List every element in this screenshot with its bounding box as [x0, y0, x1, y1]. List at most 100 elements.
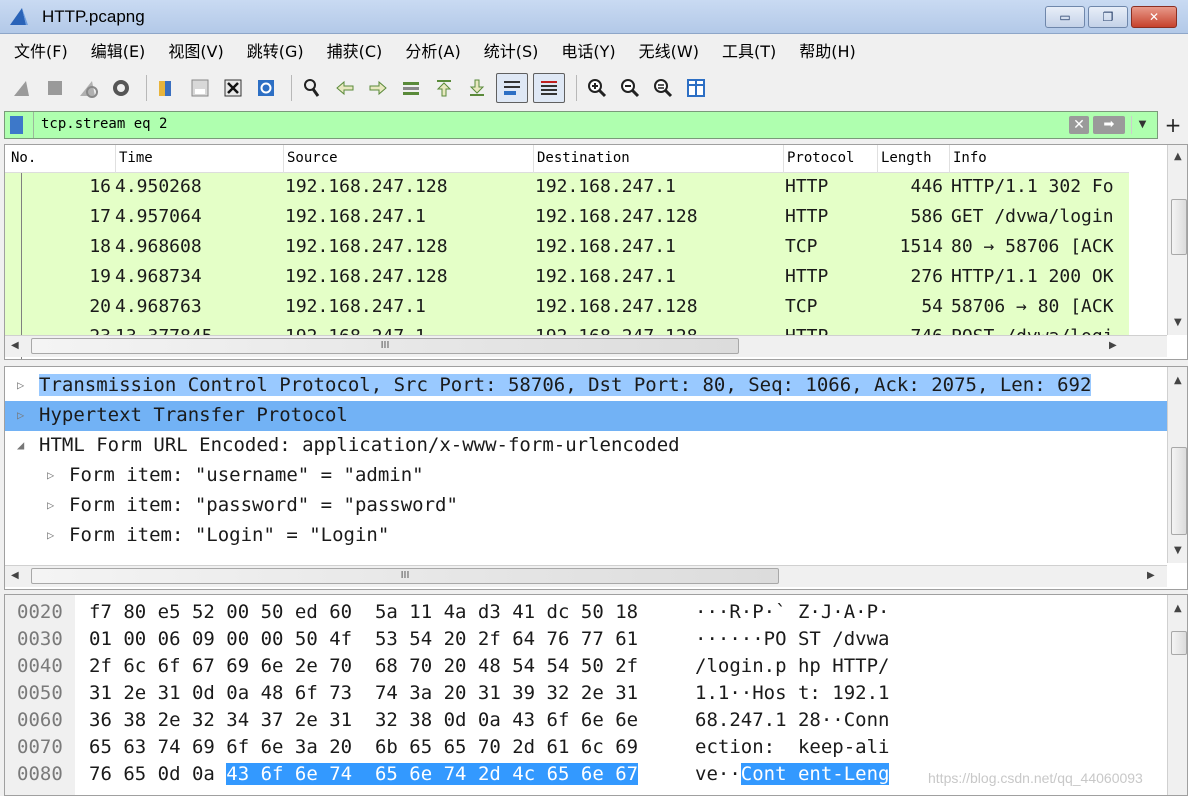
restart-icon[interactable] [74, 73, 102, 103]
restore-button[interactable]: ❐ [1088, 6, 1128, 28]
table-row[interactable]: 20 4.968763 192.168.247.1 192.168.247.128 TC… [5, 293, 1129, 323]
find-packet-icon[interactable] [298, 73, 326, 103]
tree-item[interactable]: ▷ Form item: "password" = "password" [5, 491, 1167, 521]
scroll-thumb[interactable]: III [31, 568, 779, 584]
tree-item[interactable]: ▷ Hypertext Transfer Protocol [5, 401, 1167, 431]
packet-list-vscrollbar[interactable]: ▲ ▼ [1167, 145, 1187, 335]
hex-bytes: f7 80 e5 52 00 50 ed 60 5a 11 4a d3 41 d… [89, 601, 639, 623]
packet-bytes-pane: 0020 f7 80 e5 52 00 50 ed 60 5a 11 4a d3 … [4, 594, 1188, 796]
scroll-up-icon[interactable]: ▲ [1174, 151, 1182, 162]
table-row[interactable]: 17 4.957064 192.168.247.1 192.168.247.128 HT… [5, 203, 1129, 233]
autoscroll-icon[interactable] [496, 73, 528, 103]
go-forward-icon[interactable] [364, 73, 392, 103]
chevron-down-icon[interactable]: ▼ [1131, 116, 1153, 134]
scroll-thumb[interactable] [1171, 631, 1187, 655]
ascii-plain: ve·· [695, 763, 741, 785]
column-header[interactable]: Destination [537, 150, 630, 166]
menu-item[interactable]: 捕获(C) [327, 38, 383, 62]
scroll-left-icon[interactable]: ◀ [11, 570, 19, 581]
shark-fin-start-icon[interactable] [8, 73, 36, 103]
scroll-thumb[interactable] [1171, 199, 1187, 255]
column-separator[interactable] [783, 145, 784, 173]
column-header[interactable]: Time [119, 150, 153, 166]
zoom-out-icon[interactable] [616, 73, 644, 103]
clear-filter-icon[interactable]: ✕ [1069, 116, 1089, 134]
stop-icon[interactable] [41, 73, 69, 103]
bookmark-icon[interactable] [10, 116, 23, 134]
first-packet-icon[interactable] [430, 73, 458, 103]
menu-item[interactable]: 帮助(H) [799, 38, 856, 62]
scroll-thumb[interactable] [1171, 447, 1187, 535]
tree-item-label: Form item: "Login" = "Login" [69, 524, 390, 546]
packet-info: GET /dvwa/login [951, 206, 1114, 227]
zoom-in-icon[interactable] [583, 73, 611, 103]
open-folder-icon[interactable] [153, 73, 181, 103]
menu-item[interactable]: 文件(F) [14, 38, 68, 62]
close-file-icon[interactable] [219, 73, 247, 103]
packet-list-hscrollbar[interactable]: ◀ III ▶ [5, 335, 1167, 357]
column-separator[interactable] [115, 145, 116, 173]
tree-item-label: Hypertext Transfer Protocol [39, 404, 348, 426]
column-header[interactable]: Length [881, 150, 932, 166]
scroll-right-icon[interactable]: ▶ [1109, 340, 1117, 351]
tree-item[interactable]: ▷ Form item: "username" = "admin" [5, 461, 1167, 491]
scroll-down-icon[interactable]: ▼ [1174, 317, 1182, 328]
menu-item[interactable]: 无线(W) [639, 38, 699, 62]
details-vscrollbar[interactable]: ▲ ▼ [1167, 367, 1187, 563]
column-header[interactable]: Info [953, 150, 987, 166]
display-filter-input[interactable]: tcp.stream eq 2 [41, 116, 167, 132]
colorize-icon[interactable] [533, 73, 565, 103]
column-separator[interactable] [533, 145, 534, 173]
scroll-up-icon[interactable]: ▲ [1174, 603, 1182, 614]
column-separator[interactable] [283, 145, 284, 173]
table-row[interactable]: 19 4.968734 192.168.247.128 192.168.247.1 HT… [5, 263, 1129, 293]
close-button[interactable]: ✕ [1131, 6, 1177, 28]
scroll-up-icon[interactable]: ▲ [1174, 375, 1182, 386]
collapsed-arrow-icon[interactable]: ▷ [47, 528, 54, 542]
scroll-thumb[interactable]: III [31, 338, 739, 354]
expanded-arrow-icon[interactable]: ◢ [17, 438, 24, 452]
column-header[interactable]: No. [11, 150, 36, 166]
add-filter-button[interactable]: + [1162, 111, 1184, 139]
reload-icon[interactable] [252, 73, 280, 103]
menu-item[interactable]: 分析(A) [405, 38, 460, 62]
hex-bytes: 2f 6c 6f 67 69 6e 2e 70 68 70 20 48 54 5… [89, 655, 639, 677]
table-row[interactable]: 18 4.968608 192.168.247.128 192.168.247.1 TC… [5, 233, 1129, 263]
apply-filter-icon[interactable]: ➡ [1093, 116, 1125, 134]
minimize-button[interactable]: ▭ [1045, 6, 1085, 28]
menu-item[interactable]: 跳转(G) [247, 38, 304, 62]
resize-columns-icon[interactable] [682, 73, 710, 103]
go-back-icon[interactable] [331, 73, 359, 103]
scroll-right-icon[interactable]: ▶ [1147, 570, 1155, 581]
column-header[interactable]: Protocol [787, 150, 854, 166]
scroll-down-icon[interactable]: ▼ [1174, 545, 1182, 556]
go-to-packet-icon[interactable] [397, 73, 425, 103]
column-header[interactable]: Source [287, 150, 338, 166]
toolbar-separator [291, 75, 292, 101]
menu-item[interactable]: 视图(V) [168, 38, 223, 62]
save-file-icon[interactable] [186, 73, 214, 103]
details-hscrollbar[interactable]: ◀ III ▶ [5, 565, 1167, 587]
hex-bytes-selected: 43 6f 6e 74 65 6e 74 2d 4c 65 6e 67 [226, 763, 639, 785]
normal-size-icon[interactable] [649, 73, 677, 103]
collapsed-arrow-icon[interactable]: ▷ [17, 378, 24, 392]
collapsed-arrow-icon[interactable]: ▷ [17, 408, 24, 422]
bytes-vscrollbar[interactable]: ▲ [1167, 595, 1187, 795]
menu-item[interactable]: 工具(T) [722, 38, 776, 62]
table-row[interactable]: 16 4.950268 192.168.247.128 192.168.247.1 HT… [5, 173, 1129, 203]
column-separator[interactable] [949, 145, 950, 173]
collapsed-arrow-icon[interactable]: ▷ [47, 498, 54, 512]
ascii-text: ······PO ST /dvwa [695, 628, 890, 650]
menu-item[interactable]: 统计(S) [484, 38, 539, 62]
column-separator[interactable] [877, 145, 878, 173]
collapsed-arrow-icon[interactable]: ▷ [47, 468, 54, 482]
options-gear-icon[interactable] [107, 73, 135, 103]
tree-item[interactable]: ◢ HTML Form URL Encoded: application/x-ww… [5, 431, 1167, 461]
menu-item[interactable]: 电话(Y) [561, 38, 615, 62]
scroll-left-icon[interactable]: ◀ [11, 340, 19, 351]
last-packet-icon[interactable] [463, 73, 491, 103]
menu-item[interactable]: 编辑(E) [91, 38, 146, 62]
hex-bytes-plain: 76 65 0d 0a [89, 763, 227, 785]
tree-item[interactable]: ▷ Transmission Control Protocol, Src Port… [5, 371, 1167, 401]
tree-item[interactable]: ▷ Form item: "Login" = "Login" [5, 521, 1167, 551]
